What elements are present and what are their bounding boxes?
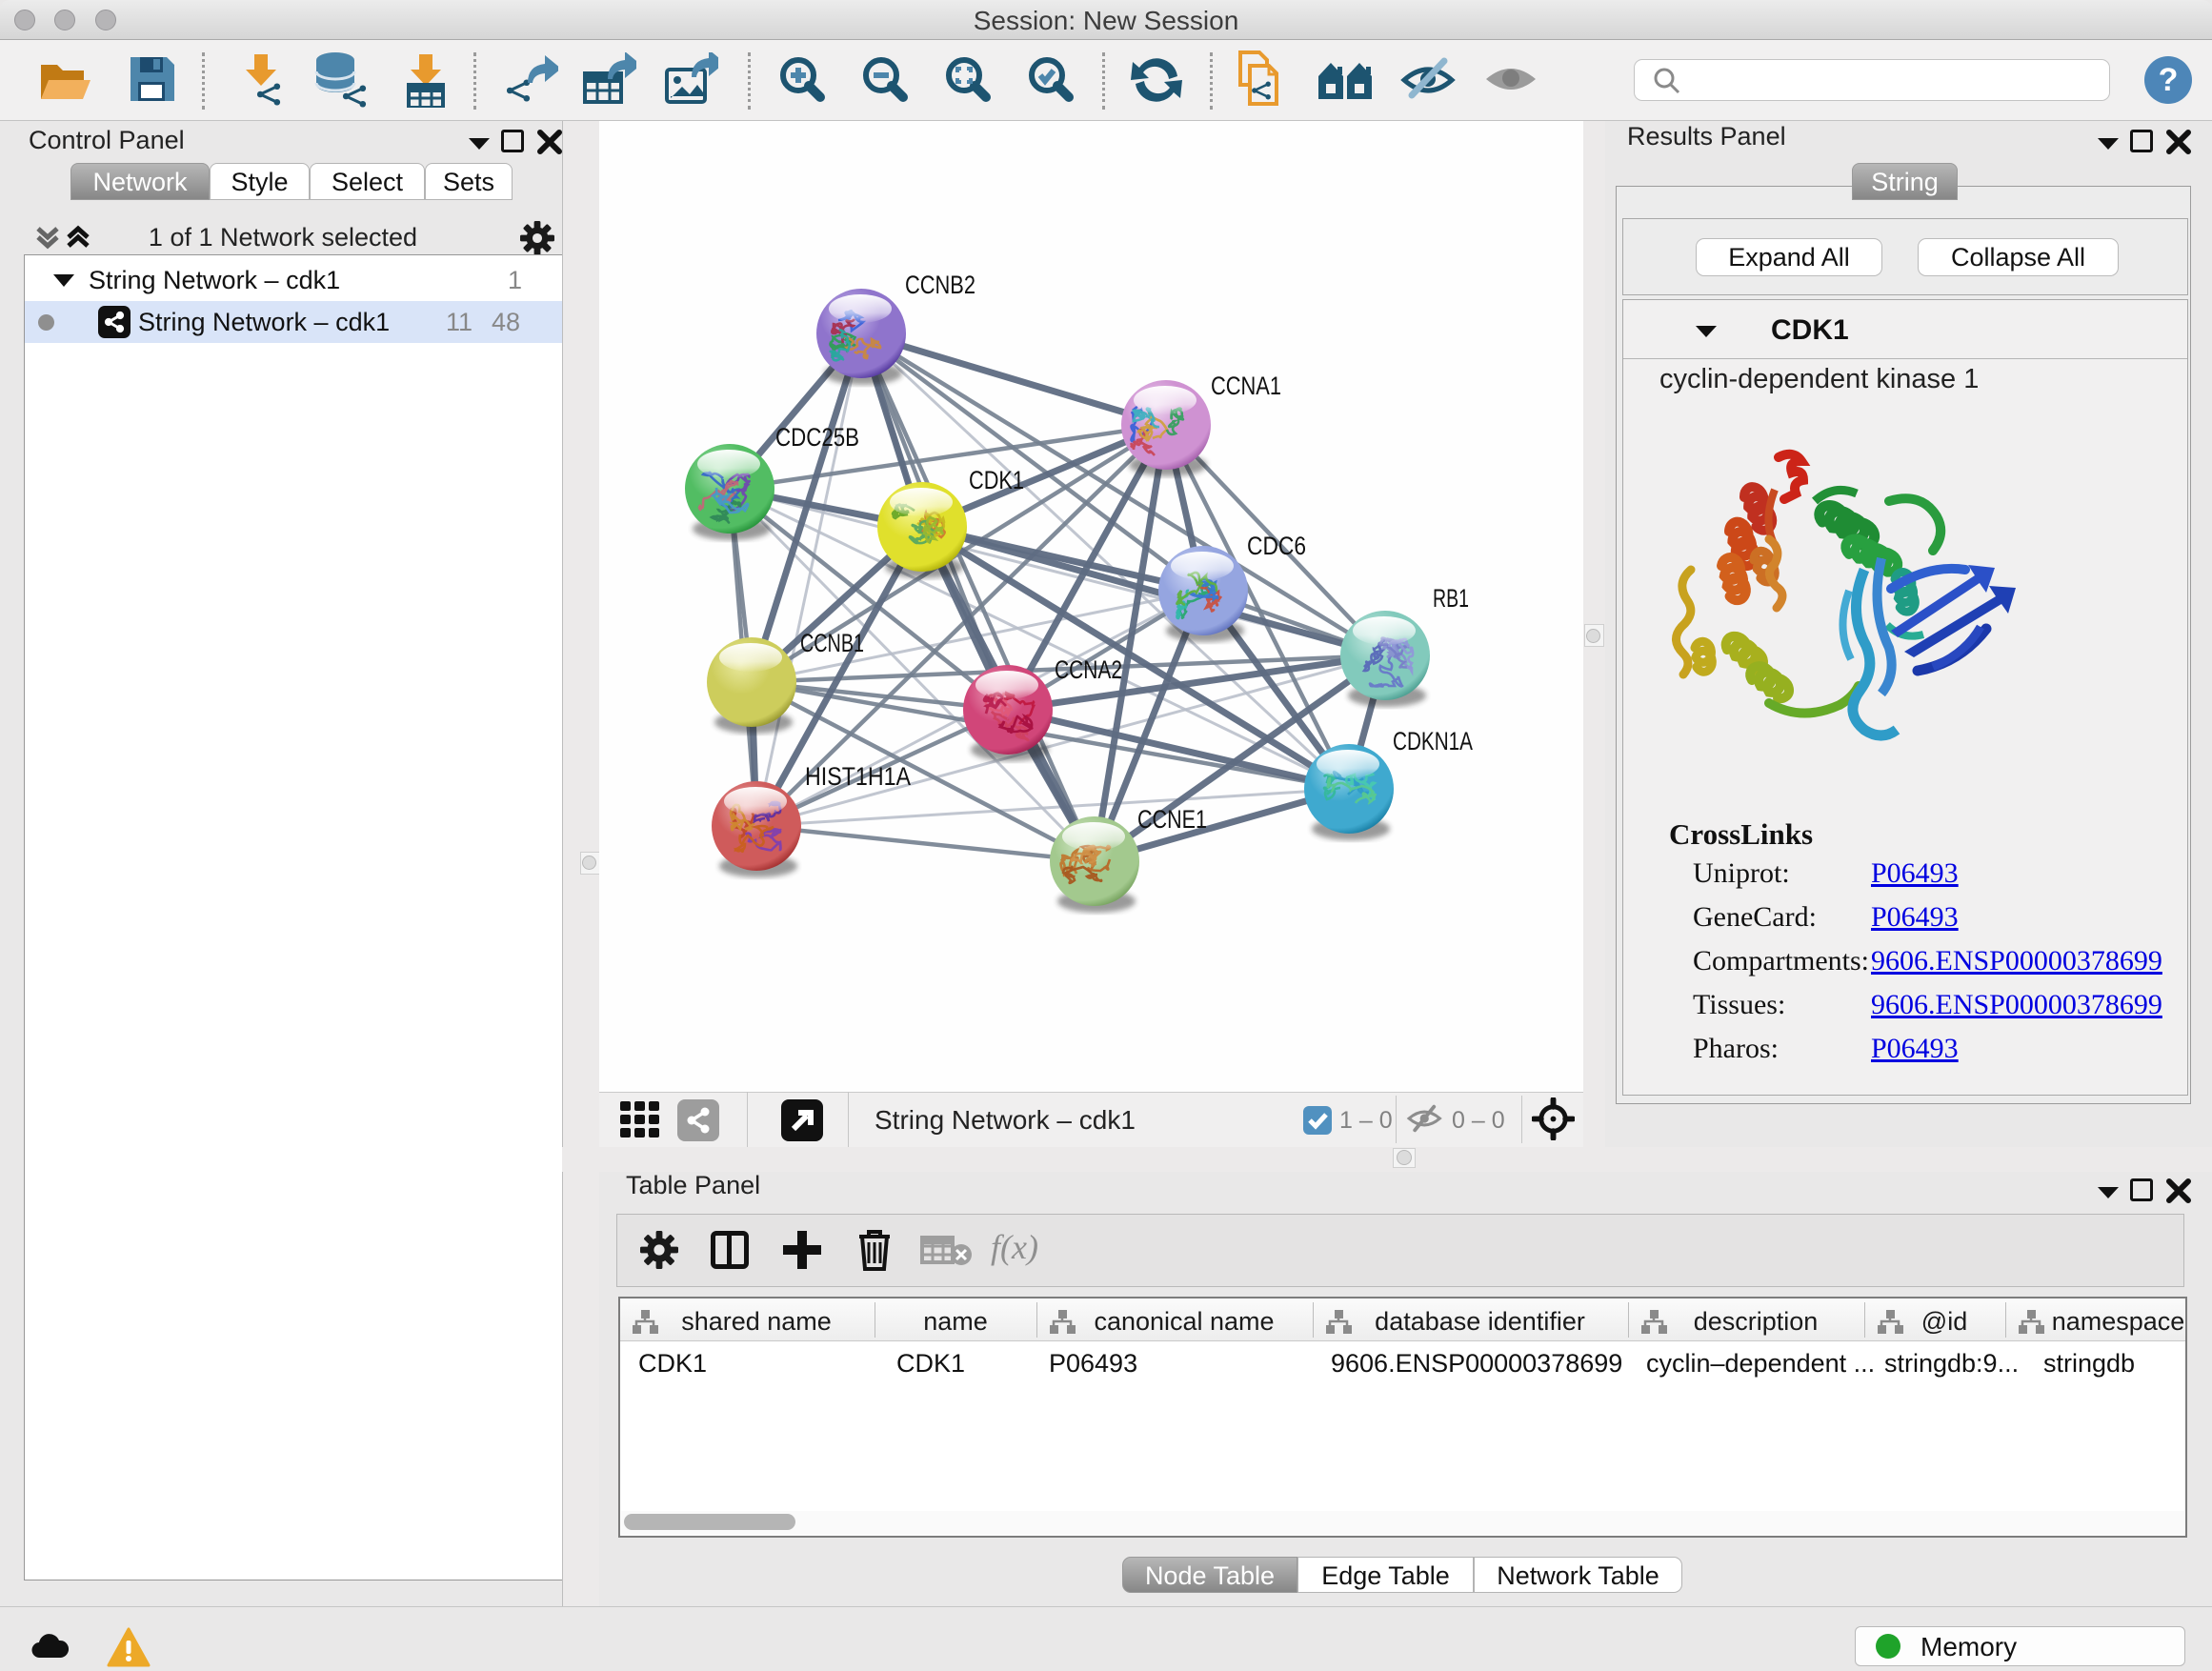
svg-text:CDK1: CDK1 (969, 466, 1024, 494)
svg-text:HIST1H1A: HIST1H1A (805, 762, 911, 791)
svg-text:CCNA2: CCNA2 (1055, 655, 1122, 684)
svg-text:CCNA1: CCNA1 (1211, 372, 1281, 400)
svg-text:CDKN1A: CDKN1A (1393, 727, 1473, 755)
svg-text:CDC6: CDC6 (1247, 532, 1306, 560)
svg-text:CCNB2: CCNB2 (905, 271, 975, 299)
svg-text:CCNE1: CCNE1 (1137, 805, 1207, 834)
svg-text:CDC25B: CDC25B (775, 423, 859, 452)
svg-text:RB1: RB1 (1433, 584, 1469, 613)
svg-text:CCNB1: CCNB1 (800, 629, 864, 657)
